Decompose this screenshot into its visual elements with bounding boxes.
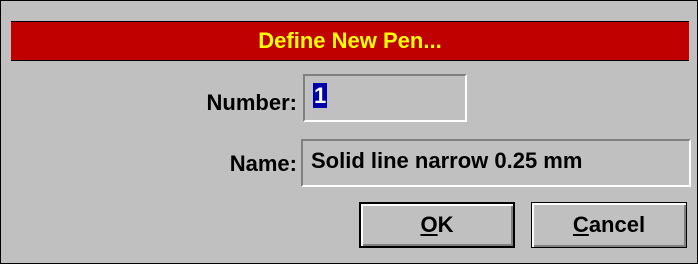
number-input[interactable]: 1 [303, 74, 467, 122]
name-input[interactable]: Solid line narrow 0.25 mm [301, 139, 691, 187]
name-value: Solid line narrow 0.25 mm [311, 148, 583, 173]
define-pen-dialog: Define New Pen... Number: 1 Name: Solid … [0, 0, 698, 264]
cancel-label-rest: ancel [588, 212, 646, 237]
cancel-accel: C [572, 212, 589, 237]
dialog-title-bar[interactable]: Define New Pen... [11, 21, 689, 61]
cancel-button[interactable]: Cancel [531, 202, 687, 248]
name-label: Name: [229, 151, 297, 176]
ok-label-rest: K [437, 212, 454, 237]
dialog-title: Define New Pen... [258, 28, 442, 53]
number-label: Number: [206, 90, 297, 115]
ok-accel: O [420, 212, 438, 237]
number-value: 1 [313, 83, 328, 108]
ok-button[interactable]: OK [359, 202, 515, 248]
